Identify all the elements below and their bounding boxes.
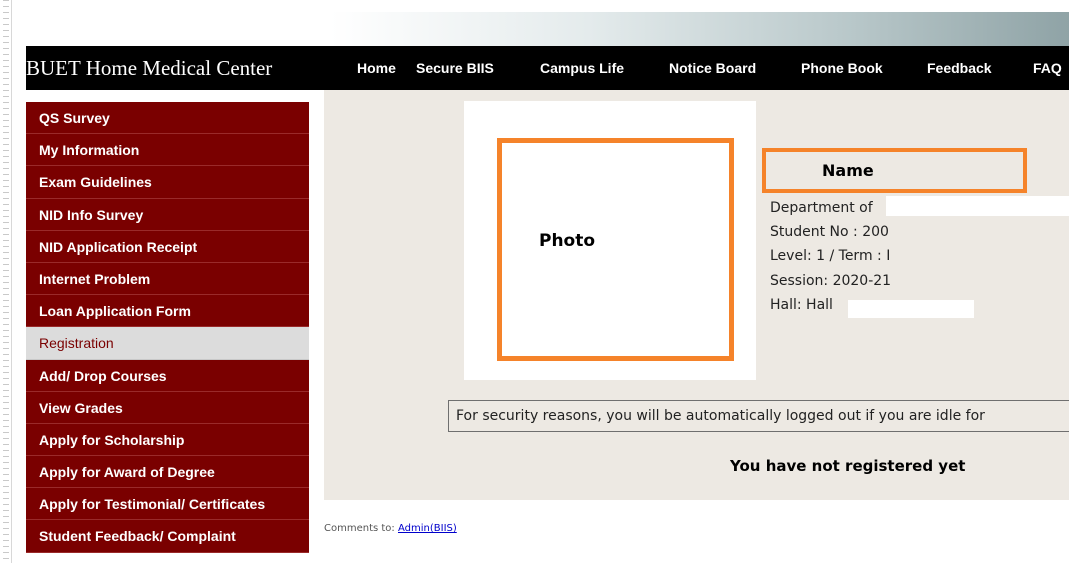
sidebar-item-apply-testimonial[interactable]: Apply for Testimonial/ Certificates xyxy=(26,488,309,521)
nav-notice-board[interactable]: Notice Board xyxy=(669,60,756,76)
nav-faq[interactable]: FAQ xyxy=(1033,60,1062,76)
sidebar-item-loan-application-form[interactable]: Loan Application Form xyxy=(26,295,309,328)
page-left-rule xyxy=(0,0,12,563)
student-name: Name xyxy=(822,161,874,180)
sidebar-item-student-feedback[interactable]: Student Feedback/ Complaint xyxy=(26,520,309,553)
nav-phone-book[interactable]: Phone Book xyxy=(801,60,883,76)
registration-status: You have not registered yet xyxy=(730,457,966,475)
sidebar-item-nid-application-receipt[interactable]: NID Application Receipt xyxy=(26,230,309,263)
student-number: Student No : 200 xyxy=(770,224,889,240)
redaction-hall xyxy=(848,300,974,318)
student-level-term: Level: 1 / Term : I xyxy=(770,248,891,264)
student-session: Session: 2020-21 xyxy=(770,273,892,289)
photo-label: Photo xyxy=(539,231,596,251)
redaction-department xyxy=(886,196,1069,216)
admin-biis-link[interactable]: Admin(BIIS) xyxy=(398,523,457,534)
top-navbar: BUET Home Medical Center Home Secure BII… xyxy=(26,46,1069,90)
main-content: Photo Name Department of Student No : 20… xyxy=(324,90,1069,500)
nav-secure-biis[interactable]: Secure BIIS xyxy=(416,60,494,76)
nav-campus-life[interactable]: Campus Life xyxy=(540,60,624,76)
page-footer: Comments to: Admin(BIIS) xyxy=(324,523,457,534)
student-hall: Hall: Hall xyxy=(770,297,833,313)
site-brand[interactable]: BUET Home Medical Center xyxy=(26,56,272,81)
header-banner-gradient xyxy=(330,12,1069,46)
nav-feedback[interactable]: Feedback xyxy=(927,60,992,76)
student-photo: Photo xyxy=(497,138,734,361)
sidebar-item-apply-award-degree[interactable]: Apply for Award of Degree xyxy=(26,456,309,489)
nav-home[interactable]: Home xyxy=(357,60,396,76)
profile-card: Photo xyxy=(464,101,756,380)
student-department: Department of xyxy=(770,200,873,216)
sidebar-menu: QS Survey My Information Exam Guidelines… xyxy=(26,102,309,563)
sidebar-item-nid-info-survey[interactable]: NID Info Survey xyxy=(26,198,309,231)
sidebar-item-qs-survey[interactable]: QS Survey xyxy=(26,102,309,135)
sidebar-item-apply-scholarship[interactable]: Apply for Scholarship xyxy=(26,423,309,457)
sidebar-item-add-drop-courses[interactable]: Add/ Drop Courses xyxy=(26,359,309,392)
idle-logout-notice: For security reasons, you will be automa… xyxy=(448,400,1069,432)
footer-prefix: Comments to: xyxy=(324,523,398,534)
sidebar-item-exam-guidelines[interactable]: Exam Guidelines xyxy=(26,166,309,199)
sidebar-item-internet-problem[interactable]: Internet Problem xyxy=(26,262,309,296)
student-name-box: Name xyxy=(762,148,1027,193)
sidebar-item-registration[interactable]: Registration xyxy=(26,327,309,360)
sidebar-item-view-grades[interactable]: View Grades xyxy=(26,391,309,424)
sidebar-item-my-information[interactable]: My Information xyxy=(26,134,309,167)
